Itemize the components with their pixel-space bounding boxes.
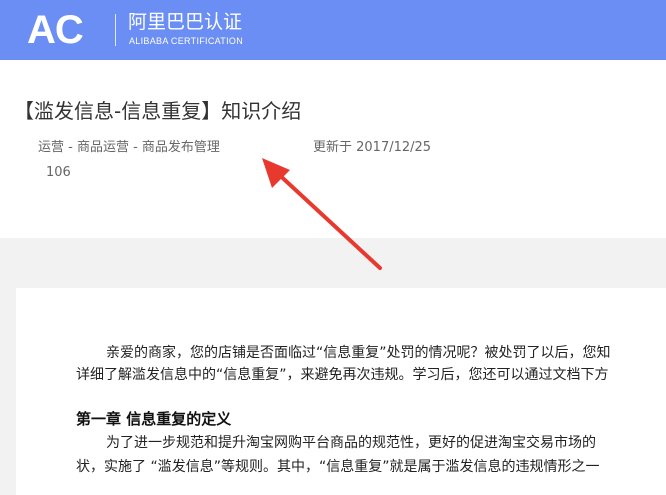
- alibaba-certification-logo[interactable]: AC: [27, 8, 84, 52]
- site-header: AC 阿里巴巴认证 ALIBABA CERTIFICATION: [0, 0, 666, 60]
- breadcrumb[interactable]: 运营 - 商品运营 - 商品发布管理: [38, 136, 220, 155]
- chapter-1-line-1: 为了进一步规范和提升淘宝网购平台商品的规范性，更好的促进淘宝交易市场的: [106, 435, 596, 451]
- article-content: 亲爱的商家，您的店铺是否面临过“信息重复”处罚的情况呢？被处罚了以后，您知 详细…: [16, 288, 666, 495]
- chapter-1-heading: 第一章 信息重复的定义: [76, 410, 232, 428]
- updated-date: 更新于 2017/12/25: [313, 140, 432, 155]
- article-info-panel: 【滥发信息-信息重复】知识介绍 运营 - 商品运营 - 商品发布管理 更新于 2…: [0, 60, 666, 238]
- brand-name-en: ALIBABA CERTIFICATION: [129, 36, 243, 46]
- intro-paragraph-line-1: 亲爱的商家，您的店铺是否面临过“信息重复”处罚的情况呢？被处罚了以后，您知: [106, 345, 611, 361]
- brand-name-cn: 阿里巴巴认证: [128, 11, 243, 33]
- page-title: 【滥发信息-信息重复】知识介绍: [14, 99, 302, 123]
- view-count: 106: [46, 165, 71, 180]
- chapter-1-line-2: 状，实施了 “滥发信息”等规则。其中，“信息重复”就是属于滥发信息的违规情形之一: [76, 459, 600, 475]
- intro-paragraph-line-2: 详细了解滥发信息中的“信息重复”，来避免再次违规。学习后，您还可以通过文档下方: [76, 367, 609, 383]
- logo-divider: [115, 14, 116, 46]
